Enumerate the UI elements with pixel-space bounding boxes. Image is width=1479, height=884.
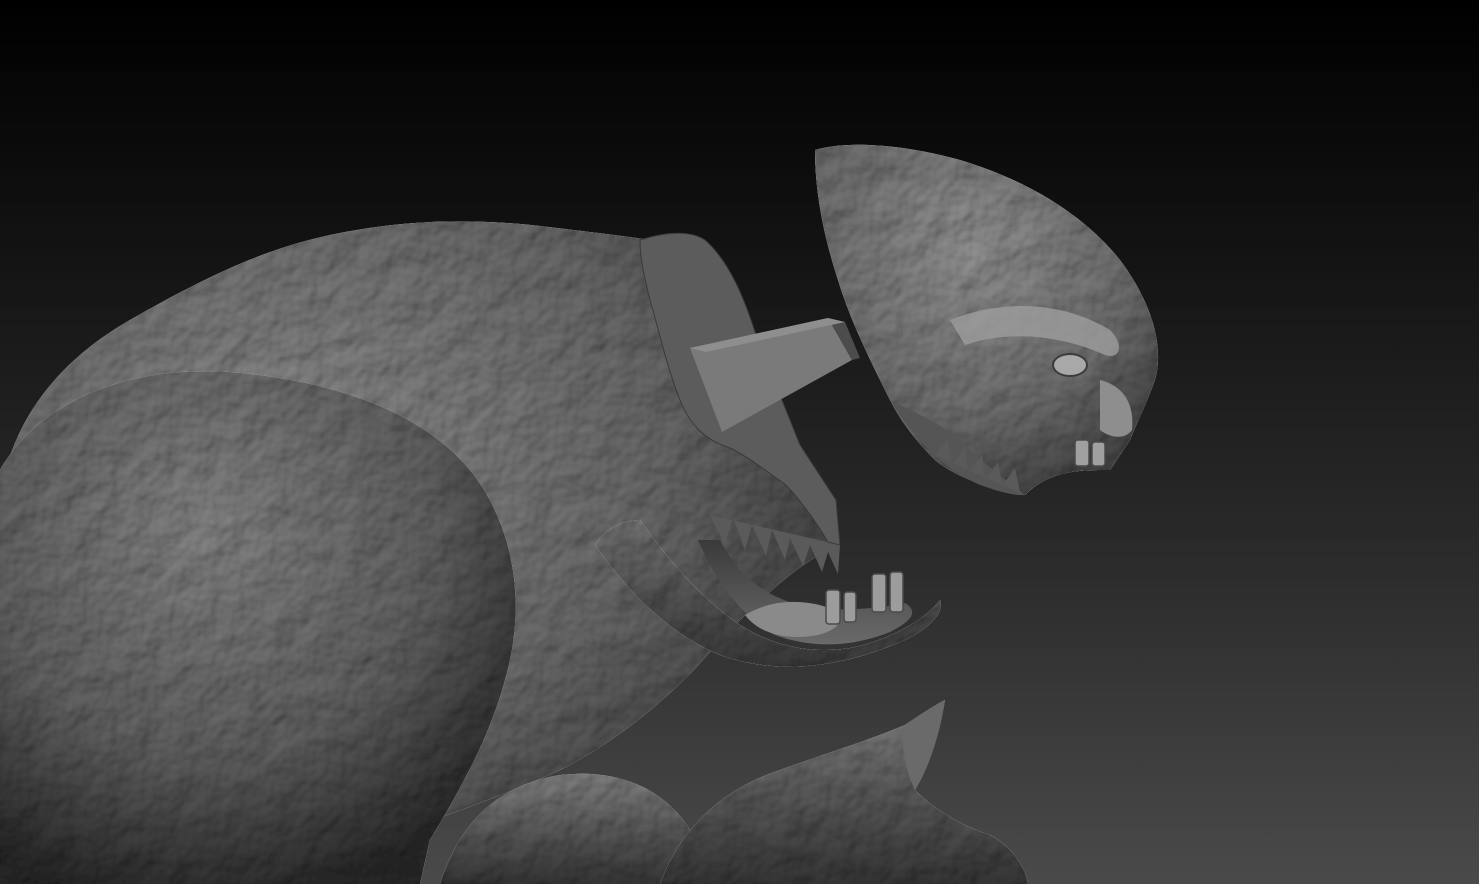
creature-eye <box>1052 353 1088 377</box>
creature-claw-spike <box>903 700 945 790</box>
creature-arm[interactable] <box>0 371 516 884</box>
sculpt-render[interactable] <box>0 0 1479 884</box>
3d-viewport[interactable] <box>0 0 1479 884</box>
creature-foot-right[interactable] <box>660 700 1028 884</box>
